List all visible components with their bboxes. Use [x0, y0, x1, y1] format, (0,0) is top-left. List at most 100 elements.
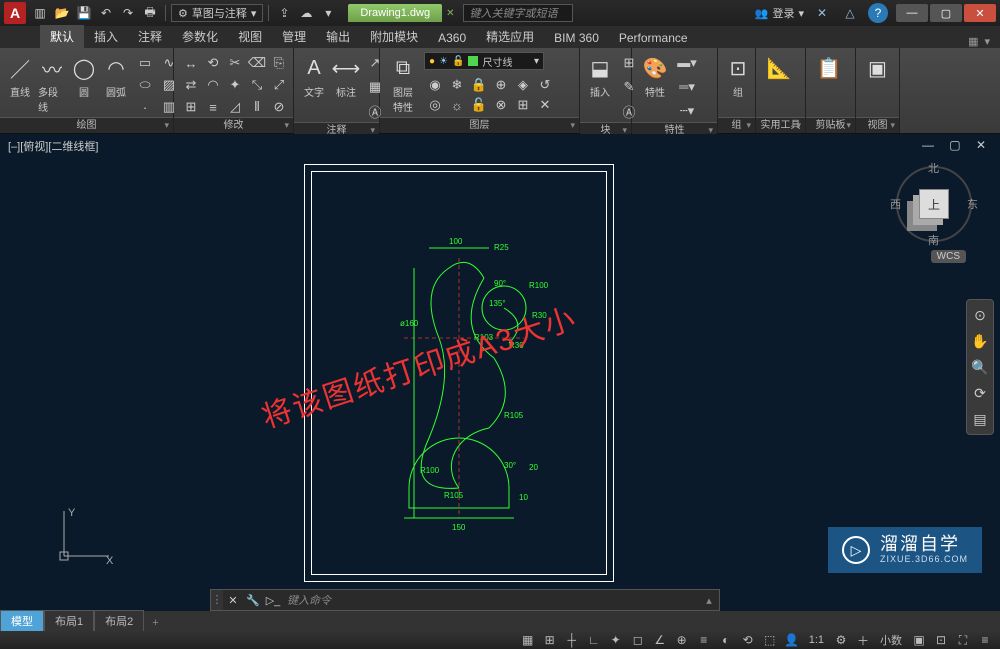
point-icon[interactable]: · — [134, 96, 156, 118]
ribbon-panel-icon[interactable]: ▦ — [968, 35, 978, 48]
autodesk-icon[interactable]: △ — [840, 3, 860, 23]
sb-snap-icon[interactable]: ┼ — [563, 633, 581, 647]
scale-icon[interactable]: ⤢ — [268, 74, 290, 96]
group-button[interactable]: ⊡组 — [724, 52, 752, 99]
line-button[interactable]: ／直线 — [6, 52, 34, 99]
viewcube-north[interactable]: 北 — [928, 160, 939, 176]
viewcube-top[interactable]: 上 — [919, 189, 949, 219]
panel-clip-title[interactable]: 剪贴板 — [806, 117, 855, 133]
add-layout-button[interactable]: + — [144, 615, 166, 631]
sb-lw-icon[interactable]: ≡ — [695, 633, 713, 647]
move-icon[interactable]: ↔ — [180, 52, 202, 74]
nav-wheel-icon[interactable]: ⊙ — [969, 304, 991, 326]
workspace-dropdown[interactable]: ⚙ 草图与注释 ▾ — [171, 4, 263, 22]
properties-button[interactable]: 🎨特性 — [638, 52, 672, 99]
tab-performance[interactable]: Performance — [609, 28, 698, 48]
lineweight-dd[interactable]: ═▾ — [676, 76, 698, 98]
sb-otrack-icon[interactable]: ∠ — [651, 633, 669, 647]
viewcube-south[interactable]: 南 — [928, 232, 939, 248]
viewcube[interactable]: 上 北 南 东 西 — [894, 164, 974, 244]
login-button[interactable]: 👥 登录 ▾ — [755, 5, 804, 21]
sb-ortho-icon[interactable]: ∟ — [585, 633, 603, 647]
circle-button[interactable]: ◯圆 — [70, 52, 98, 99]
search-input[interactable]: 键入关键字或短语 — [463, 4, 573, 22]
tab-layout2[interactable]: 布局2 — [94, 610, 144, 631]
layer-off-icon[interactable]: ◉ — [424, 74, 446, 96]
mirror-icon[interactable]: ⇄ — [180, 74, 202, 96]
wcs-badge[interactable]: WCS — [931, 250, 966, 263]
cmd-wrench-icon[interactable]: 🔧 — [243, 594, 263, 607]
layer-prev-icon[interactable]: ↺ — [534, 74, 556, 96]
viewcube-west[interactable]: 西 — [890, 196, 901, 212]
ribbon-collapse-icon[interactable]: ▾ — [984, 35, 990, 48]
polyline-button[interactable]: 〰多段线 — [38, 52, 66, 114]
layer-change-icon[interactable]: ⊗ — [490, 94, 512, 116]
layer-freeze-icon[interactable]: ❄ — [446, 74, 468, 96]
sb-polar-icon[interactable]: ✦ — [607, 633, 625, 647]
break-icon[interactable]: ⊘ — [268, 96, 290, 118]
tab-a360[interactable]: A360 — [428, 28, 476, 48]
qat-share-icon[interactable]: ⇪ — [274, 3, 294, 23]
qat-print-icon[interactable]: 🖶 — [140, 3, 160, 23]
window-maximize-button[interactable]: ▢ — [930, 4, 962, 22]
sb-grid-icon[interactable]: ⊞ — [541, 633, 559, 647]
ucs-icon[interactable]: Y X — [54, 506, 114, 569]
stretch-icon[interactable]: ⤡ — [246, 74, 268, 96]
nav-showmotion-icon[interactable]: ▤ — [969, 408, 991, 430]
layer-on-icon[interactable]: ◎ — [424, 94, 446, 116]
window-close-button[interactable]: ✕ — [964, 4, 996, 22]
qat-undo-icon[interactable]: ↶ — [96, 3, 116, 23]
clipboard-button[interactable]: 📋 — [812, 52, 846, 82]
rotate-icon[interactable]: ⟲ — [202, 52, 224, 74]
layer-lock-icon[interactable]: 🔒 — [468, 74, 490, 96]
tab-insert[interactable]: 插入 — [84, 25, 128, 48]
linetype-dd[interactable]: ┄▾ — [676, 100, 698, 122]
panel-group-title[interactable]: 组 — [718, 117, 755, 133]
tab-layout1[interactable]: 布局1 — [44, 610, 94, 631]
tab-annotate[interactable]: 注释 — [128, 25, 172, 48]
tab-view[interactable]: 视图 — [228, 25, 272, 48]
layer-unlock-icon[interactable]: 🔓 — [468, 94, 490, 116]
sb-iso-icon[interactable]: ▣ — [910, 633, 928, 647]
ellipse-icon[interactable]: ⬭ — [134, 74, 156, 96]
utilities-button[interactable]: 📐 — [762, 52, 796, 82]
layer-del-icon[interactable]: ✕ — [534, 94, 556, 116]
tab-output[interactable]: 输出 — [316, 25, 360, 48]
copy-icon[interactable]: ⎘ — [268, 52, 290, 74]
cmd-history-icon[interactable]: ▴ — [699, 594, 719, 607]
panel-layer-title[interactable]: 图层 — [380, 117, 579, 133]
fillet-icon[interactable]: ◠ — [202, 74, 224, 96]
panel-util-title[interactable]: 实用工具 — [756, 117, 805, 133]
tab-parametric[interactable]: 参数化 — [172, 25, 228, 48]
canvas[interactable]: 100 R25 90° R100 135° R30 R103 ø160 R30 … — [24, 158, 956, 591]
insert-block-button[interactable]: ⬓插入 — [586, 52, 614, 99]
layer-merge-icon[interactable]: ⊞ — [512, 94, 534, 116]
help-icon[interactable]: ? — [868, 3, 888, 23]
qat-redo-icon[interactable]: ↷ — [118, 3, 138, 23]
command-line[interactable]: ⋮ ✕ 🔧 ▷_ 键入命令 ▴ — [210, 589, 720, 611]
sb-dyn-icon[interactable]: ⊕ — [673, 633, 691, 647]
sb-annoscale-icon[interactable]: 👤 — [783, 633, 801, 647]
tab-manage[interactable]: 管理 — [272, 25, 316, 48]
sb-trans-icon[interactable]: ◐ — [717, 633, 735, 647]
offset-icon[interactable]: ≡ — [202, 96, 224, 118]
panel-draw-title[interactable]: 绘图 — [0, 117, 173, 133]
arc-button[interactable]: ◠圆弧 — [102, 52, 130, 99]
layer-dropdown[interactable]: ● ☀ 🔓 尺寸线 ▾ — [424, 52, 544, 70]
trim-icon[interactable]: ✂ — [224, 52, 246, 74]
panel-view-title[interactable]: 视图 — [856, 117, 899, 133]
qat-more-icon[interactable]: ▾ — [318, 3, 338, 23]
sb-custom-icon[interactable]: ≡ — [976, 633, 994, 647]
qat-new-icon[interactable]: ▥ — [30, 3, 50, 23]
exchange-icon[interactable]: ✕ — [812, 3, 832, 23]
bylayer-dd[interactable]: ▬▾ — [676, 52, 698, 74]
erase-icon[interactable]: ⌫ — [246, 52, 268, 74]
viewcube-east[interactable]: 东 — [967, 196, 978, 212]
layer-match-icon[interactable]: ⊕ — [490, 74, 512, 96]
view-button[interactable]: ▣ — [862, 52, 893, 82]
viewport-controls[interactable]: [‒][俯视][二维线框] — [8, 138, 98, 154]
sb-scale[interactable]: 1:1 — [805, 634, 828, 646]
file-tab[interactable]: Drawing1.dwg — [348, 4, 442, 22]
close-file-icon[interactable]: ✕ — [446, 8, 454, 19]
qat-cloud-icon[interactable]: ☁ — [296, 3, 316, 23]
